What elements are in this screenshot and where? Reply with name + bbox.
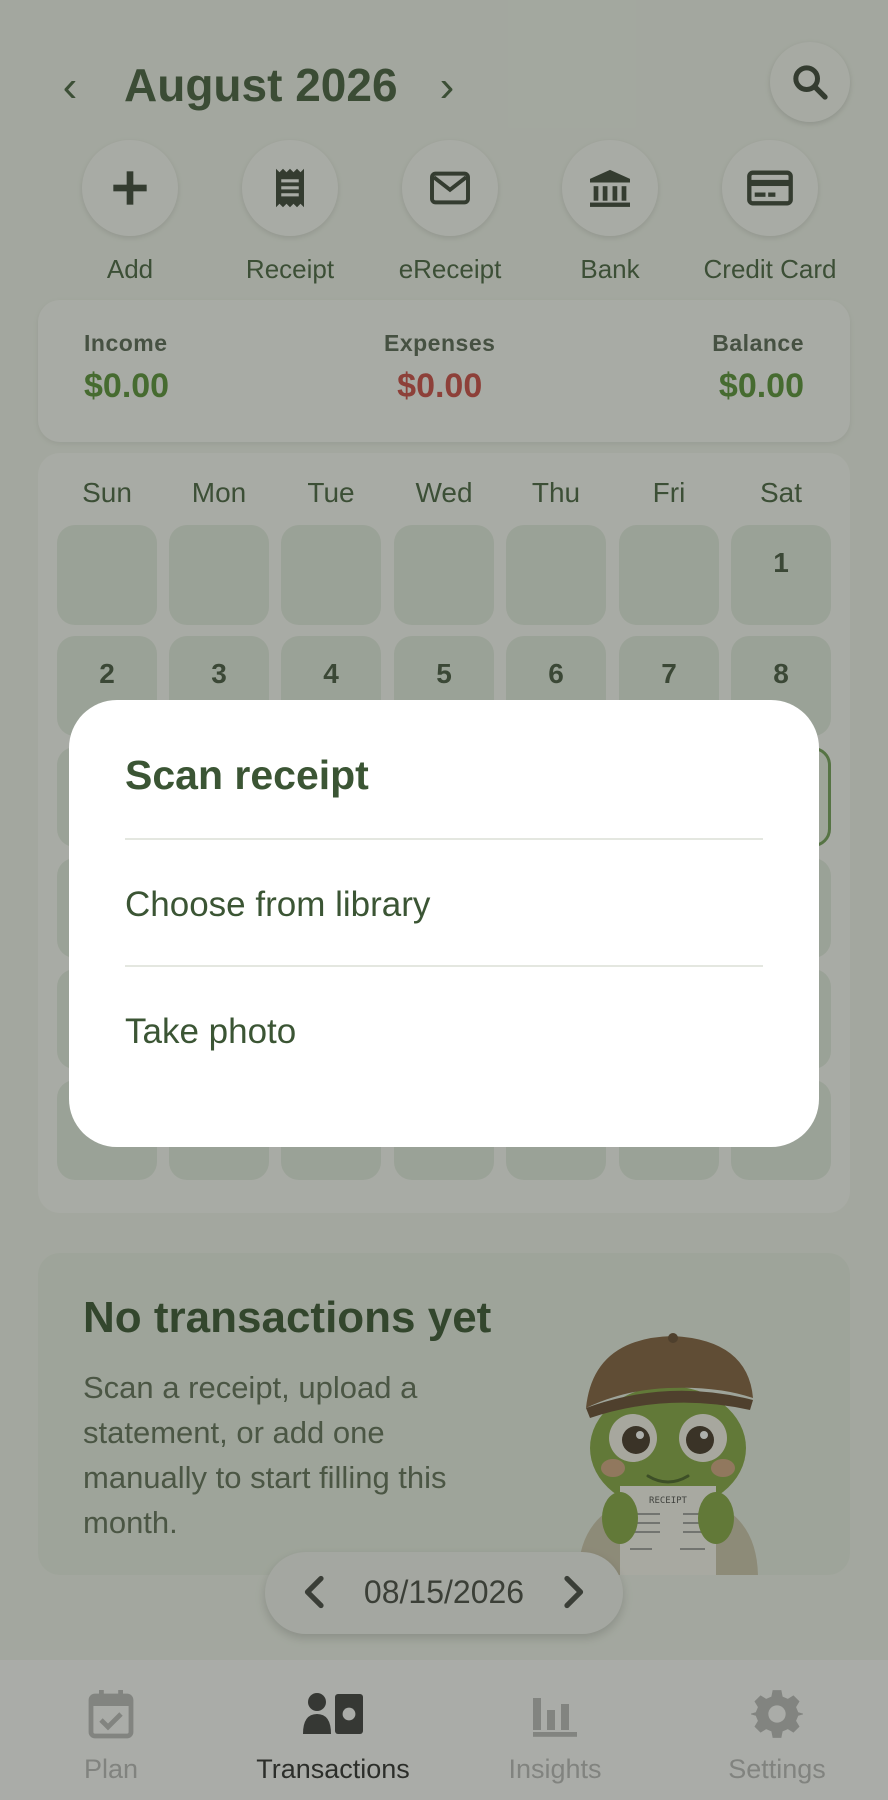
choose-from-library-option[interactable]: Choose from library [125,850,763,960]
dialog-title: Scan receipt [125,752,369,798]
take-photo-option[interactable]: Take photo [125,977,763,1087]
dialog-divider [125,965,763,967]
dialog-divider [125,838,763,840]
scan-receipt-dialog: Scan receipt Choose from library Take ph… [69,700,819,1147]
